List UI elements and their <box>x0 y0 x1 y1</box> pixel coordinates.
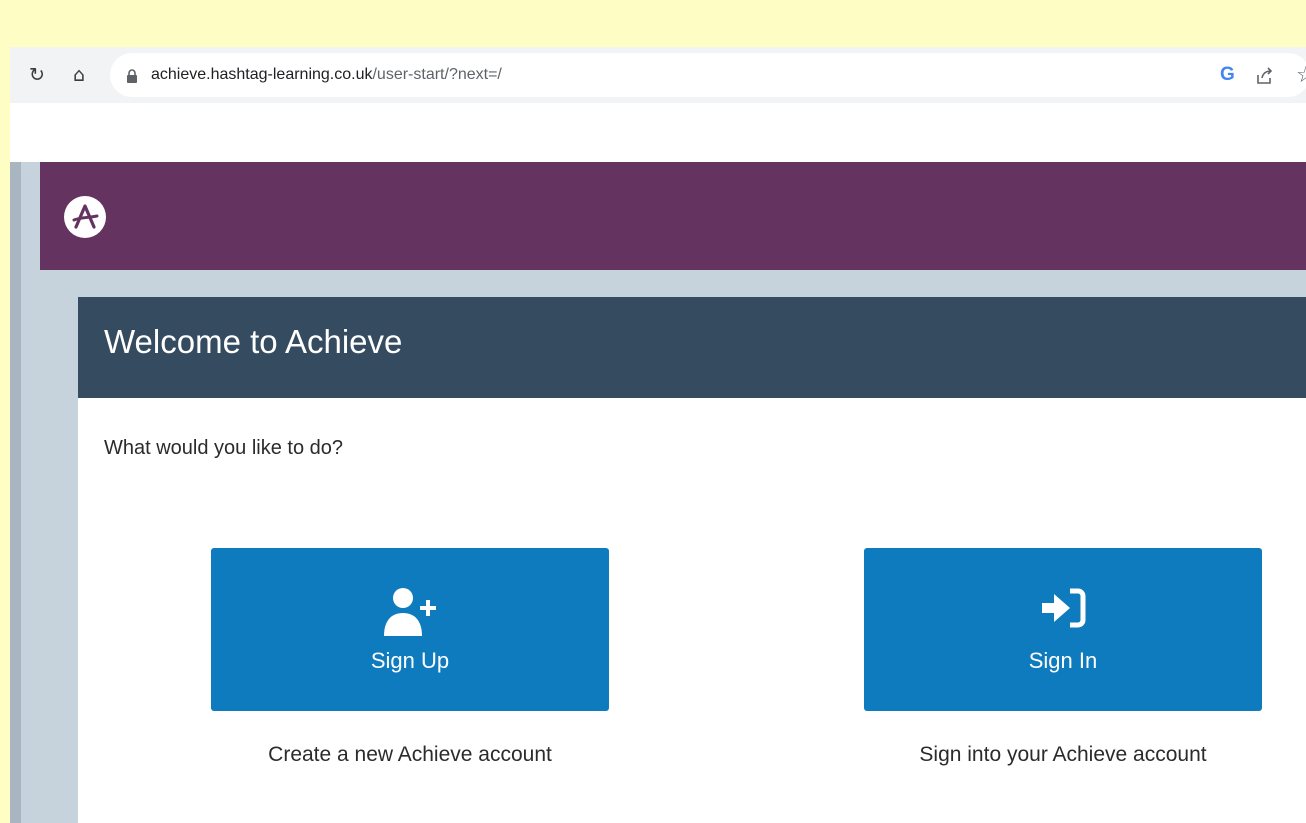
left-scroll-edge <box>10 162 21 823</box>
address-bar[interactable]: achieve.hashtag-learning.co.uk/user-star… <box>110 53 1306 97</box>
url-domain: achieve.hashtag-learning.co.uk <box>151 66 373 83</box>
sign-in-button[interactable]: Sign In <box>864 548 1262 711</box>
share-icon[interactable] <box>1255 66 1275 91</box>
sign-in-icon <box>1040 586 1086 635</box>
sign-up-description: Create a new Achieve account <box>268 743 552 766</box>
app-viewport: Welcome to Achieve What would you like t… <box>10 162 1306 823</box>
bookmark-star-icon[interactable]: ☆ <box>1296 53 1306 97</box>
home-icon[interactable]: ⌂ <box>66 61 92 89</box>
card-header: Welcome to Achieve <box>78 297 1306 398</box>
url-path: /user-start/?next=/ <box>372 66 502 83</box>
user-plus-icon <box>382 586 438 643</box>
welcome-card: Welcome to Achieve What would you like t… <box>78 297 1306 823</box>
sign-up-button[interactable]: Sign Up <box>211 548 609 711</box>
sign-in-label: Sign In <box>1028 648 1098 673</box>
sign-up-label: Sign Up <box>370 648 450 673</box>
reload-icon[interactable]: ↻ <box>24 61 50 89</box>
url-text: achieve.hashtag-learning.co.uk/user-star… <box>151 53 502 97</box>
browser-content-top <box>10 103 1306 162</box>
lock-icon[interactable] <box>126 69 138 88</box>
browser-window: ↻ ⌂ achieve.hashtag-learning.co.uk/user-… <box>10 47 1306 823</box>
google-icon[interactable]: G <box>1220 53 1235 97</box>
browser-toolbar: ↻ ⌂ achieve.hashtag-learning.co.uk/user-… <box>10 47 1306 103</box>
page-title: Welcome to Achieve <box>104 323 403 360</box>
prompt-text: What would you like to do? <box>104 437 344 459</box>
app-header <box>40 162 1306 270</box>
achieve-logo-icon[interactable] <box>64 196 106 238</box>
sign-in-description: Sign into your Achieve account <box>919 743 1207 766</box>
